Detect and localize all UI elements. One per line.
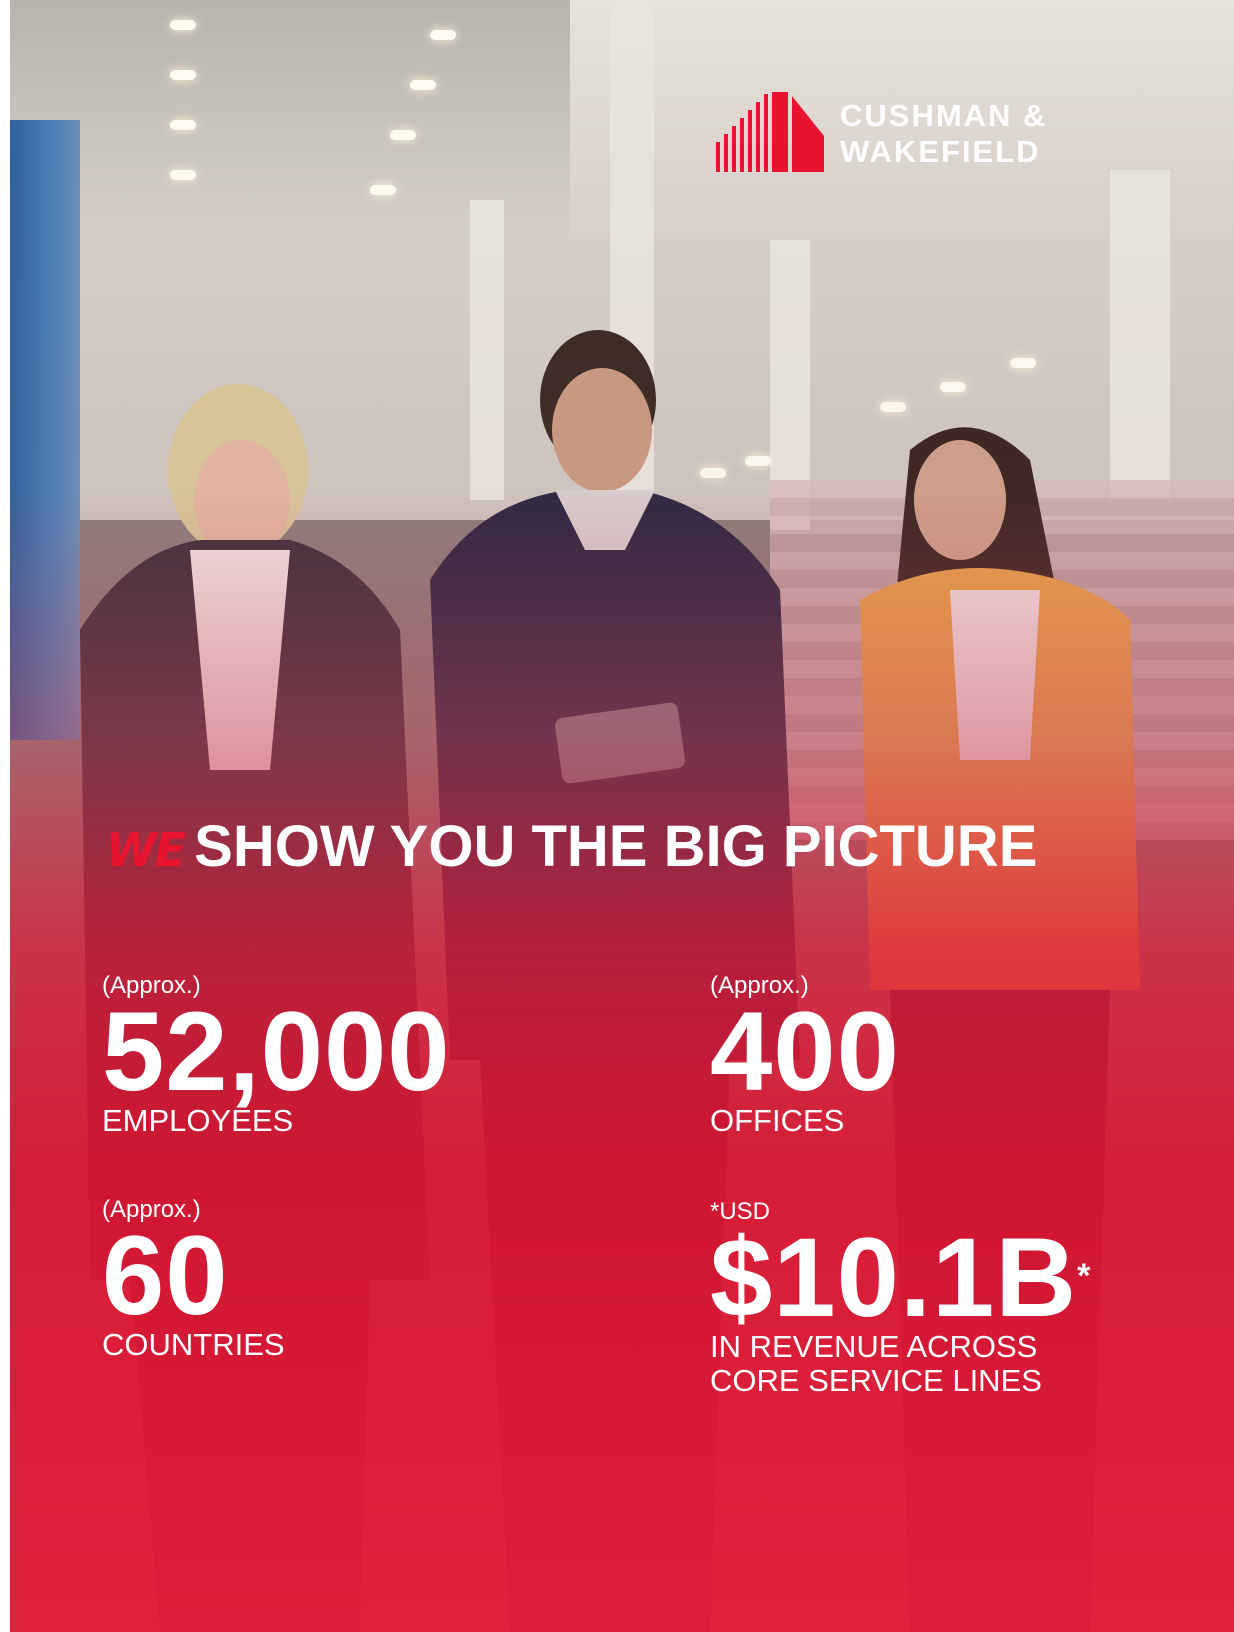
stat-employees: (Approx.) 52,000 EMPLOYEES — [102, 972, 451, 1138]
brand-wordmark: CUSHMAN & WAKEFIELD — [840, 98, 1047, 170]
stat-revenue: *USD $10.1B* IN REVENUE ACROSS CORE SERV… — [710, 1198, 1091, 1398]
stat-employees-value: 52,000 — [102, 989, 451, 1114]
headline-accent: WE — [106, 823, 186, 877]
headline: WE SHOW YOU THE BIG PICTURE — [106, 812, 1037, 885]
stat-countries: (Approx.) 60 COUNTRIES — [102, 1196, 285, 1362]
stat-revenue-value: $10.1B* — [710, 1222, 1092, 1334]
brand-logo-mark-icon — [716, 92, 824, 172]
stat-revenue-label-line2: CORE SERVICE LINES — [710, 1363, 1042, 1398]
stat-countries-value: 60 — [102, 1213, 229, 1338]
headline-text: SHOW YOU THE BIG PICTURE — [194, 814, 1038, 879]
poster: CUSHMAN & WAKEFIELD WE SHOW YOU THE BIG P… — [10, 0, 1234, 1632]
stat-revenue-footnote-marker: * — [1077, 1257, 1092, 1295]
stat-countries-label: COUNTRIES — [102, 1327, 285, 1362]
brand-wordmark-line1: CUSHMAN & — [840, 98, 1048, 133]
brand-wordmark-line2: WAKEFIELD — [840, 134, 1041, 169]
stat-revenue-label-line1: IN REVENUE ACROSS — [710, 1329, 1038, 1364]
stat-offices-value: 400 — [710, 989, 900, 1114]
stat-offices: (Approx.) 400 OFFICES — [710, 972, 900, 1138]
stat-revenue-amount: $10.1B — [710, 1215, 1078, 1340]
brand-logo: CUSHMAN & WAKEFIELD — [716, 92, 1106, 172]
